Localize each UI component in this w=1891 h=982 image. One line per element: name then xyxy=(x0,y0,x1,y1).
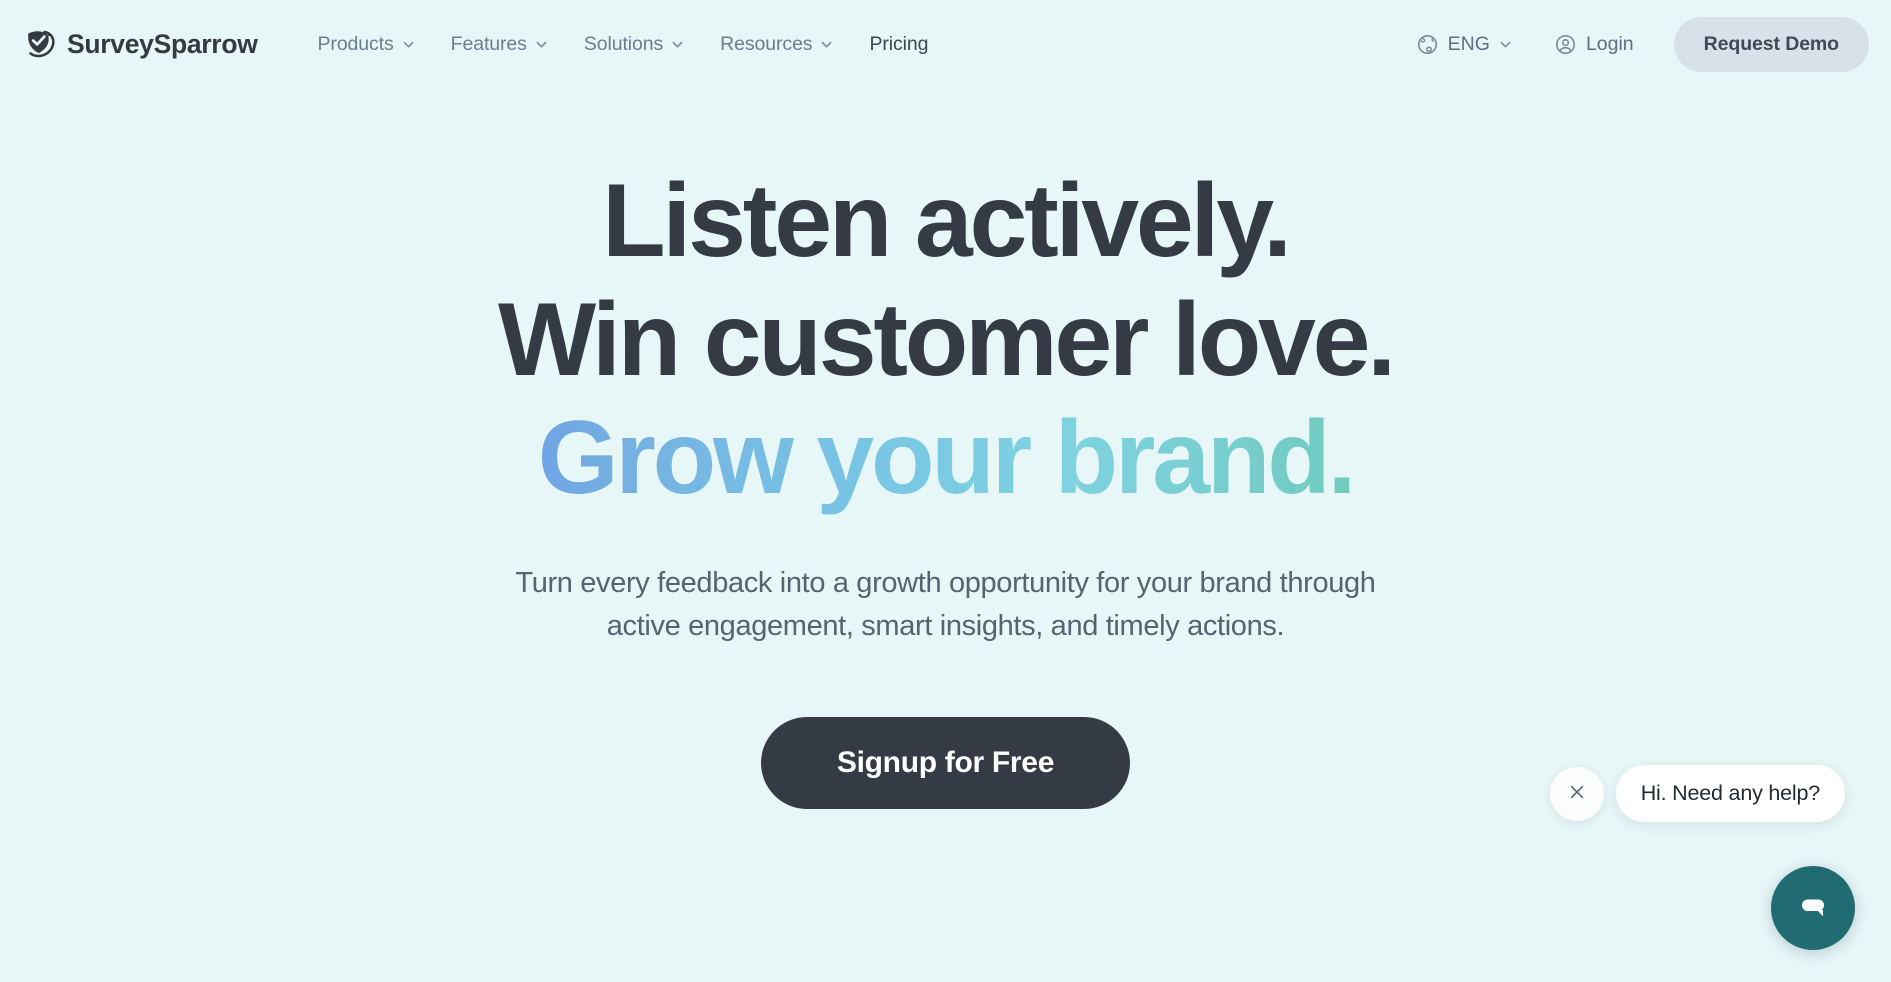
chat-greeting-message[interactable]: Hi. Need any help? xyxy=(1615,765,1845,822)
site-header: SurveySparrow Products Features Solution… xyxy=(0,0,1891,88)
sparrow-shield-check-icon xyxy=(24,27,58,61)
nav-item-label: Features xyxy=(450,32,527,55)
primary-navigation: Products Features Solutions Resources Pr… xyxy=(300,23,947,66)
nav-item-solutions[interactable]: Solutions xyxy=(566,23,702,66)
nav-item-label: Products xyxy=(317,32,394,55)
chevron-down-icon xyxy=(535,38,548,51)
hero-headline: Listen actively. Win customer love. Grow… xyxy=(0,162,1891,518)
login-label: Login xyxy=(1585,32,1634,55)
headline-line-2: Win customer love. xyxy=(497,281,1396,398)
user-circle-icon xyxy=(1554,33,1577,56)
signup-for-free-button[interactable]: Signup for Free xyxy=(760,717,1131,810)
nav-item-products[interactable]: Products xyxy=(300,23,433,66)
brand-name: SurveySparrow xyxy=(67,28,258,59)
nav-item-features[interactable]: Features xyxy=(433,23,566,66)
chat-bubble-icon xyxy=(1793,887,1833,930)
chat-close-button[interactable] xyxy=(1549,766,1604,821)
brand-logo[interactable]: SurveySparrow xyxy=(24,27,258,61)
headline-line-3-gradient: Grow your brand. xyxy=(0,399,1891,518)
chevron-down-icon xyxy=(671,38,684,51)
nav-item-label: Solutions xyxy=(583,32,664,55)
chevron-down-icon xyxy=(820,38,833,51)
close-x-icon xyxy=(1566,781,1588,806)
chevron-down-icon xyxy=(402,38,415,51)
chat-launcher-button[interactable] xyxy=(1771,866,1855,950)
header-actions: ENG Login Request Demo xyxy=(1404,16,1869,72)
subtitle-line-1: Turn every feedback into a growth opport… xyxy=(515,566,1376,599)
login-link[interactable]: Login xyxy=(1540,25,1648,64)
nav-item-pricing[interactable]: Pricing xyxy=(851,23,946,66)
language-label: ENG xyxy=(1447,32,1490,55)
hero-section: Listen actively. Win customer love. Grow… xyxy=(0,88,1891,810)
nav-item-resources[interactable]: Resources xyxy=(702,23,851,66)
request-demo-button[interactable]: Request Demo xyxy=(1673,16,1869,72)
headline-line-1: Listen actively. xyxy=(602,163,1292,279)
language-selector[interactable]: ENG xyxy=(1404,25,1524,64)
subtitle-line-2: active engagement, smart insights, and t… xyxy=(606,609,1285,642)
hero-subtitle: Turn every feedback into a growth opport… xyxy=(446,562,1446,648)
nav-item-label: Resources xyxy=(720,32,813,55)
chat-prompt-row: Hi. Need any help? xyxy=(1549,765,1845,822)
nav-item-label: Pricing xyxy=(869,32,929,55)
chevron-down-icon xyxy=(1499,38,1512,51)
globe-icon xyxy=(1416,33,1439,56)
